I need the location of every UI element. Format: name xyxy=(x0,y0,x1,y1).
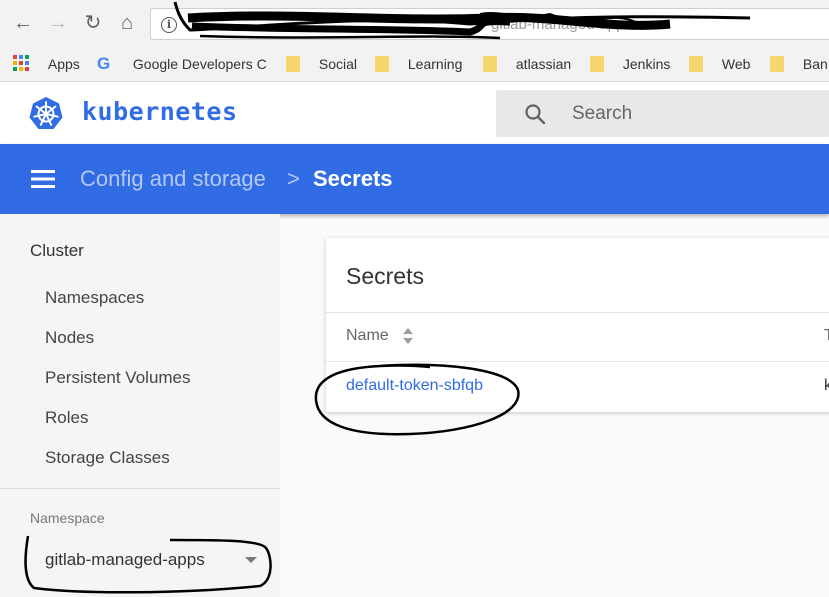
folder-icon xyxy=(770,56,784,72)
sidebar-item-persistent-volumes[interactable]: Persistent Volumes xyxy=(45,368,191,388)
redaction-scribble xyxy=(173,1,751,40)
sidebar-item-storage-classes[interactable]: Storage Classes xyxy=(45,448,170,468)
app-header: kubernetes xyxy=(0,82,829,144)
apps-grid-icon xyxy=(13,55,29,71)
bookmarks-bar: Apps G Google Developers C Social Learni… xyxy=(0,45,829,82)
sidebar-item-roles[interactable]: Roles xyxy=(45,408,88,428)
bookmark-ban[interactable]: Ban xyxy=(770,54,828,74)
bookmark-atlassian[interactable]: atlassian xyxy=(483,54,571,74)
namespace-select[interactable]: gitlab-managed-apps xyxy=(42,547,267,575)
column-header-type[interactable]: T xyxy=(824,327,829,345)
bookmark-social[interactable]: Social xyxy=(286,54,357,74)
bookmark-label: Social xyxy=(318,56,358,72)
table-header: Name T xyxy=(326,312,829,362)
breadcrumb-current-secrets: Secrets xyxy=(313,166,393,191)
namespace-selected-value: gitlab-managed-apps xyxy=(45,550,205,569)
sidebar-heading-cluster[interactable]: Cluster xyxy=(30,241,84,261)
hamburger-menu-icon[interactable] xyxy=(31,169,55,189)
back-arrow-icon[interactable]: ← xyxy=(11,11,35,35)
sidebar-item-namespaces[interactable]: Namespaces xyxy=(45,288,144,308)
folder-icon xyxy=(689,56,703,72)
folder-icon xyxy=(483,56,497,72)
bookmark-label: atlassian xyxy=(515,56,572,72)
dropdown-caret-icon xyxy=(245,557,257,563)
secrets-card: Secrets Name T default-token-sbfqb k xyxy=(326,238,829,412)
bookmark-label: Google Developers C xyxy=(132,56,267,72)
column-header-name[interactable]: Name xyxy=(346,327,389,345)
secret-type-cell: k xyxy=(824,377,829,394)
bookmark-label: Web xyxy=(721,56,751,72)
namespace-label: Namespace xyxy=(30,510,105,526)
forward-arrow-icon[interactable]: → xyxy=(46,11,70,35)
bookmark-label: Apps xyxy=(47,56,80,72)
kubernetes-logo-icon[interactable] xyxy=(28,96,64,132)
card-title: Secrets xyxy=(346,263,424,289)
browser-toolbar: ← → ↻ ⌂ i gitlab-managed-apps xyxy=(0,0,829,45)
google-icon: G xyxy=(97,54,111,73)
bookmark-label: Learning xyxy=(407,56,463,72)
folder-icon xyxy=(590,56,604,72)
bookmark-jenkins[interactable]: Jenkins xyxy=(590,54,670,74)
bookmark-label: Ban xyxy=(802,56,828,72)
sort-icon[interactable] xyxy=(402,327,414,345)
bookmark-web[interactable]: Web xyxy=(689,54,750,74)
home-icon[interactable]: ⌂ xyxy=(115,11,139,35)
search-input[interactable] xyxy=(572,100,812,128)
breadcrumb-separator: > xyxy=(287,166,300,191)
bookmark-label: Jenkins xyxy=(622,56,671,72)
sidebar-divider xyxy=(0,488,280,489)
breadcrumb-config-and-storage[interactable]: Config and storage xyxy=(80,166,266,192)
app-title[interactable]: kubernetes xyxy=(82,97,238,126)
search-box[interactable] xyxy=(496,90,829,137)
reload-icon[interactable]: ↻ xyxy=(81,11,105,35)
bookmark-apps[interactable]: Apps xyxy=(12,54,80,74)
sidebar: Cluster Namespaces Nodes Persistent Volu… xyxy=(0,214,280,597)
bookmark-learning[interactable]: Learning xyxy=(375,54,462,74)
folder-icon xyxy=(286,56,300,72)
sidebar-item-nodes[interactable]: Nodes xyxy=(45,328,94,348)
bookmark-google-developers[interactable]: G Google Developers C xyxy=(97,54,267,74)
secret-link-default-token[interactable]: default-token-sbfqb xyxy=(346,377,483,395)
breadcrumb-bar: Config and storage > Secrets xyxy=(0,144,829,214)
folder-icon xyxy=(375,56,389,72)
search-icon[interactable] xyxy=(524,103,546,125)
